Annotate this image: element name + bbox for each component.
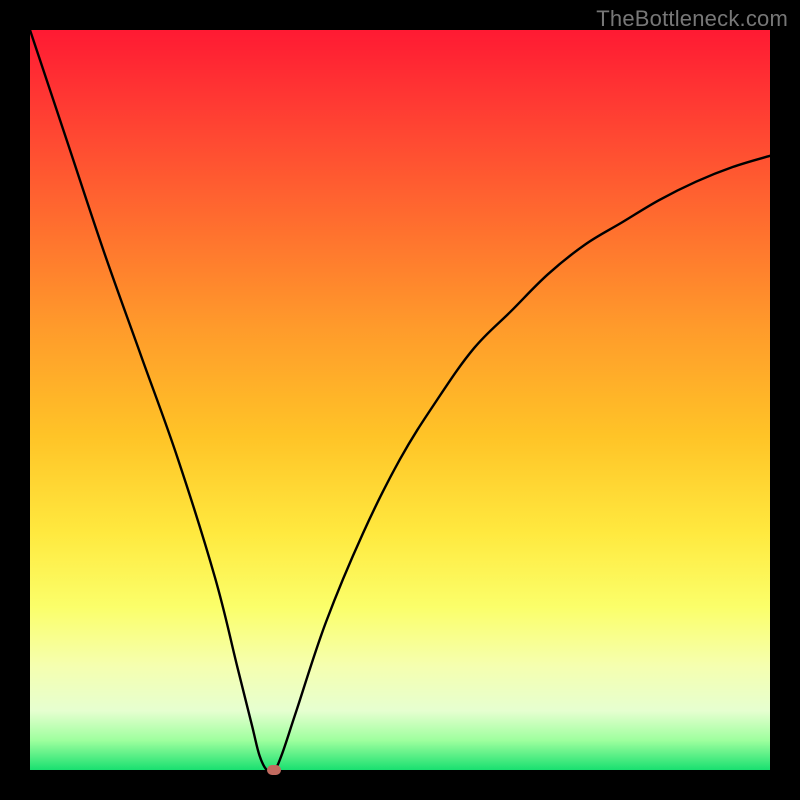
- watermark-text: TheBottleneck.com: [596, 6, 788, 32]
- bottleneck-curve: [30, 30, 770, 770]
- plot-area: [30, 30, 770, 770]
- chart-frame: TheBottleneck.com: [0, 0, 800, 800]
- minimum-marker: [267, 765, 281, 775]
